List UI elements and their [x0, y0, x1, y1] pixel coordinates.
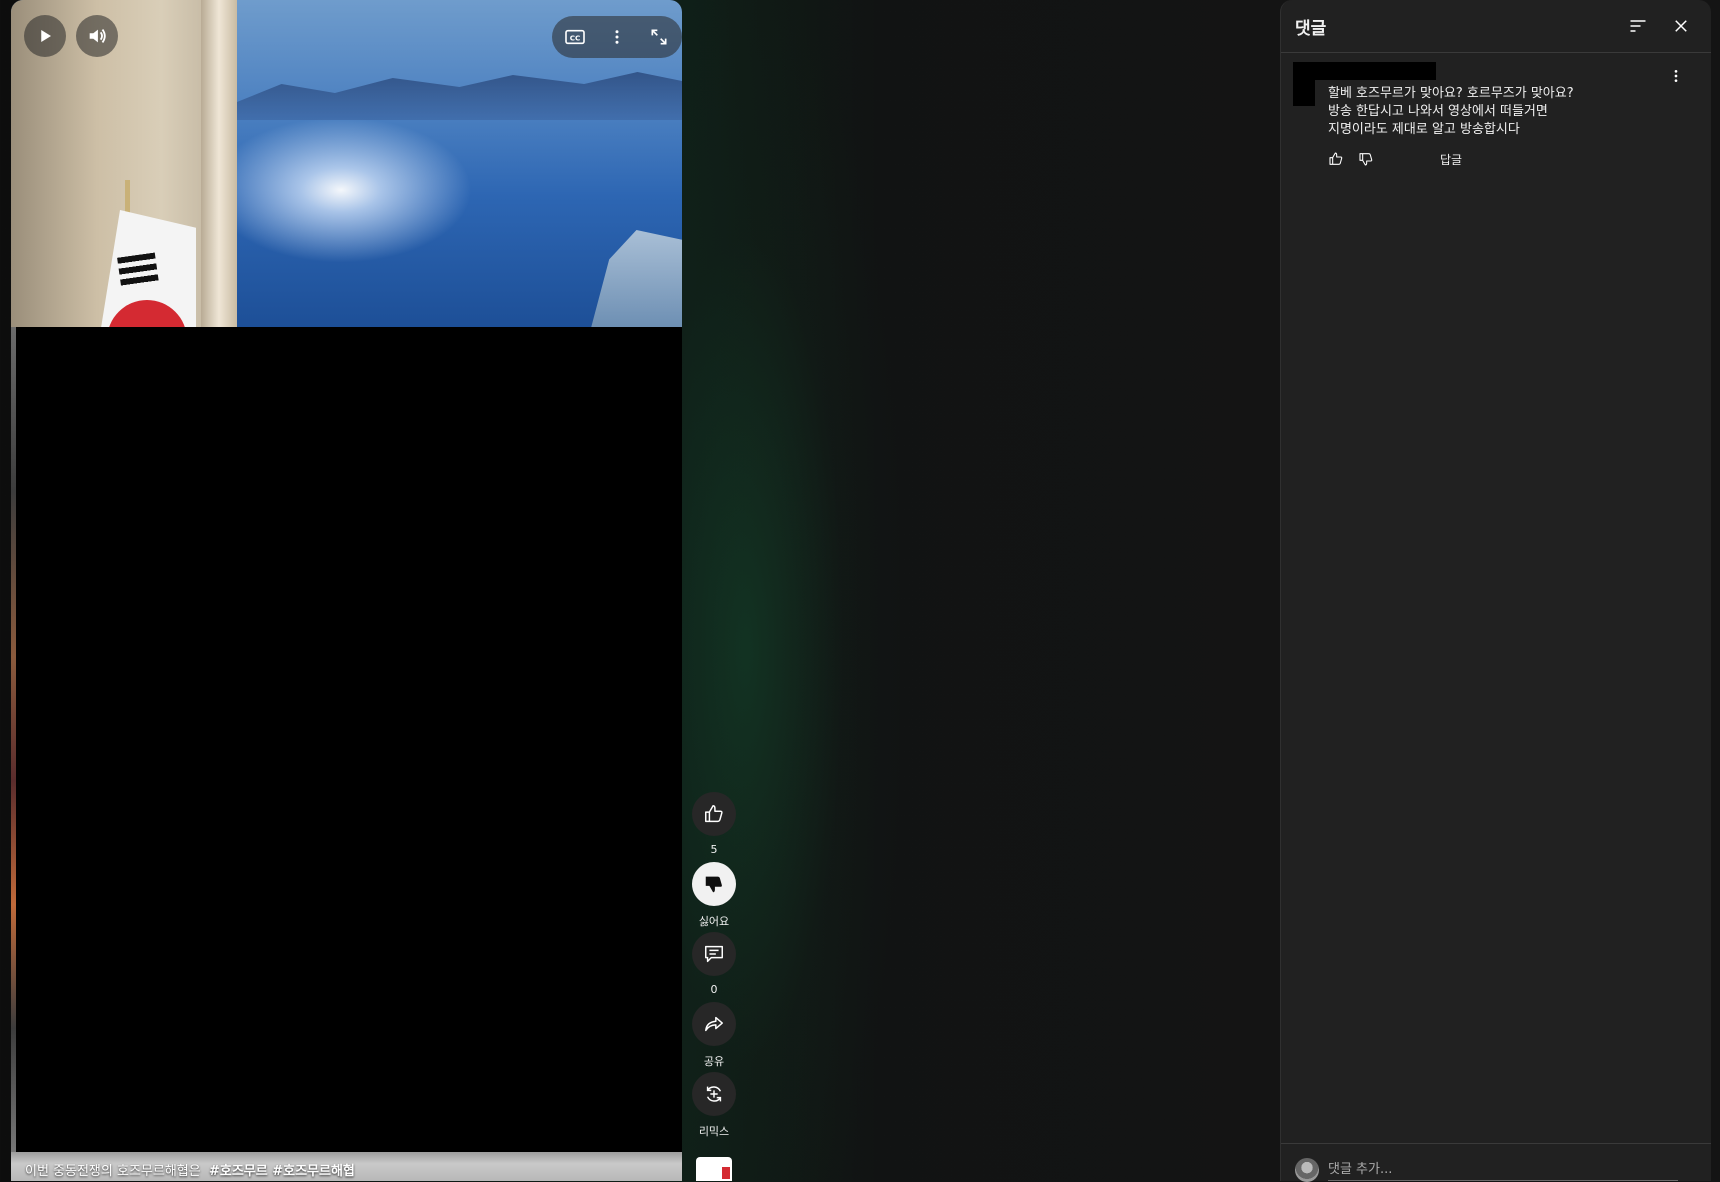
- share-label: 공유: [703, 1055, 725, 1068]
- close-icon: [1675, 20, 1687, 32]
- video-player[interactable]: 이번 중동전쟁의 호즈무르해협은 #호즈무르 #호즈무르해협 CC: [11, 0, 682, 1181]
- dislike-button[interactable]: [692, 862, 736, 906]
- redacted-username: [1293, 62, 1436, 80]
- video-edge: [11, 327, 16, 1152]
- comments-button[interactable]: [692, 932, 736, 976]
- comment-icon: [705, 945, 723, 963]
- thumb-down-icon: [1359, 153, 1373, 166]
- close-button[interactable]: [1665, 10, 1697, 42]
- comments-title: 댓글: [1295, 19, 1327, 39]
- more-vert-icon: [1674, 70, 1678, 82]
- comment-like-button[interactable]: [1325, 148, 1347, 170]
- thumb-up-icon: [705, 805, 723, 823]
- thumb-down-icon: [705, 876, 722, 893]
- like-count: 5: [710, 843, 718, 856]
- redacted-region: [16, 327, 682, 1152]
- comments-action: 0: [691, 932, 737, 996]
- volume-icon: [89, 29, 106, 43]
- like-action: 5: [691, 792, 737, 856]
- remix-button[interactable]: [692, 1072, 736, 1116]
- caption-text: 이번 중동전쟁의 호즈무르해협은: [25, 1164, 201, 1179]
- sort-icon: [1630, 20, 1646, 32]
- comments-panel: 댓글 할베 호즈무르가 맞아요? 호르무즈가 맞아요? 방송 한답시고 나와서 …: [1280, 0, 1711, 1182]
- painting-frame: [201, 0, 237, 328]
- more-vert-icon: [615, 30, 619, 44]
- cc-icon: CC: [565, 29, 585, 45]
- thumb-up-icon: [1329, 152, 1343, 165]
- reply-button[interactable]: 답글: [1440, 151, 1462, 168]
- share-icon: [705, 1016, 723, 1032]
- dislike-label: 싫어요: [698, 915, 730, 928]
- comment-line: 할베 호즈무르가 맞아요? 호르무즈가 맞아요?: [1328, 86, 1574, 101]
- more-options-button[interactable]: [596, 16, 638, 58]
- fullscreen-button[interactable]: [638, 16, 680, 58]
- comment-more-button[interactable]: [1662, 62, 1690, 90]
- remix-label: 리믹스: [698, 1125, 730, 1138]
- volume-button[interactable]: [76, 15, 118, 57]
- sort-button[interactable]: [1622, 10, 1654, 42]
- user-avatar: [1295, 1158, 1319, 1182]
- comment-composer: [1281, 1143, 1711, 1182]
- comments-header: 댓글: [1281, 0, 1711, 53]
- video-controls-group: CC: [552, 16, 682, 58]
- dislike-action: 싫어요: [691, 862, 737, 929]
- share-action: 공유: [691, 1002, 737, 1069]
- comments-count: 0: [710, 983, 718, 996]
- comment-line: 방송 한답시고 나와서 영상에서 떠들거면: [1328, 104, 1548, 119]
- remix-action: 리믹스: [691, 1072, 737, 1139]
- channel-avatar[interactable]: [696, 1157, 732, 1181]
- caption-hashtags[interactable]: #호즈무르 #호즈무르해협: [209, 1164, 355, 1179]
- video-caption: 이번 중동전쟁의 호즈무르해협은 #호즈무르 #호즈무르해협: [25, 1160, 355, 1179]
- fullscreen-icon: [651, 29, 667, 45]
- like-button[interactable]: [692, 792, 736, 836]
- comment-line: 지명이라도 제대로 알고 방송합시다: [1328, 122, 1520, 137]
- svg-text:CC: CC: [570, 34, 581, 43]
- flag-trigram: [117, 252, 159, 288]
- redacted-avatar: [1293, 80, 1315, 106]
- comment-body: 할베 호즈무르가 맞아요? 호르무즈가 맞아요? 방송 한답시고 나와서 영상에…: [1328, 85, 1658, 139]
- add-comment-input[interactable]: [1328, 1158, 1678, 1181]
- play-button[interactable]: [24, 15, 66, 57]
- share-button[interactable]: [692, 1002, 736, 1046]
- captions-button[interactable]: CC: [554, 16, 596, 58]
- comment-dislike-button[interactable]: [1355, 148, 1377, 170]
- remix-icon: [706, 1086, 722, 1102]
- play-icon: [41, 30, 51, 42]
